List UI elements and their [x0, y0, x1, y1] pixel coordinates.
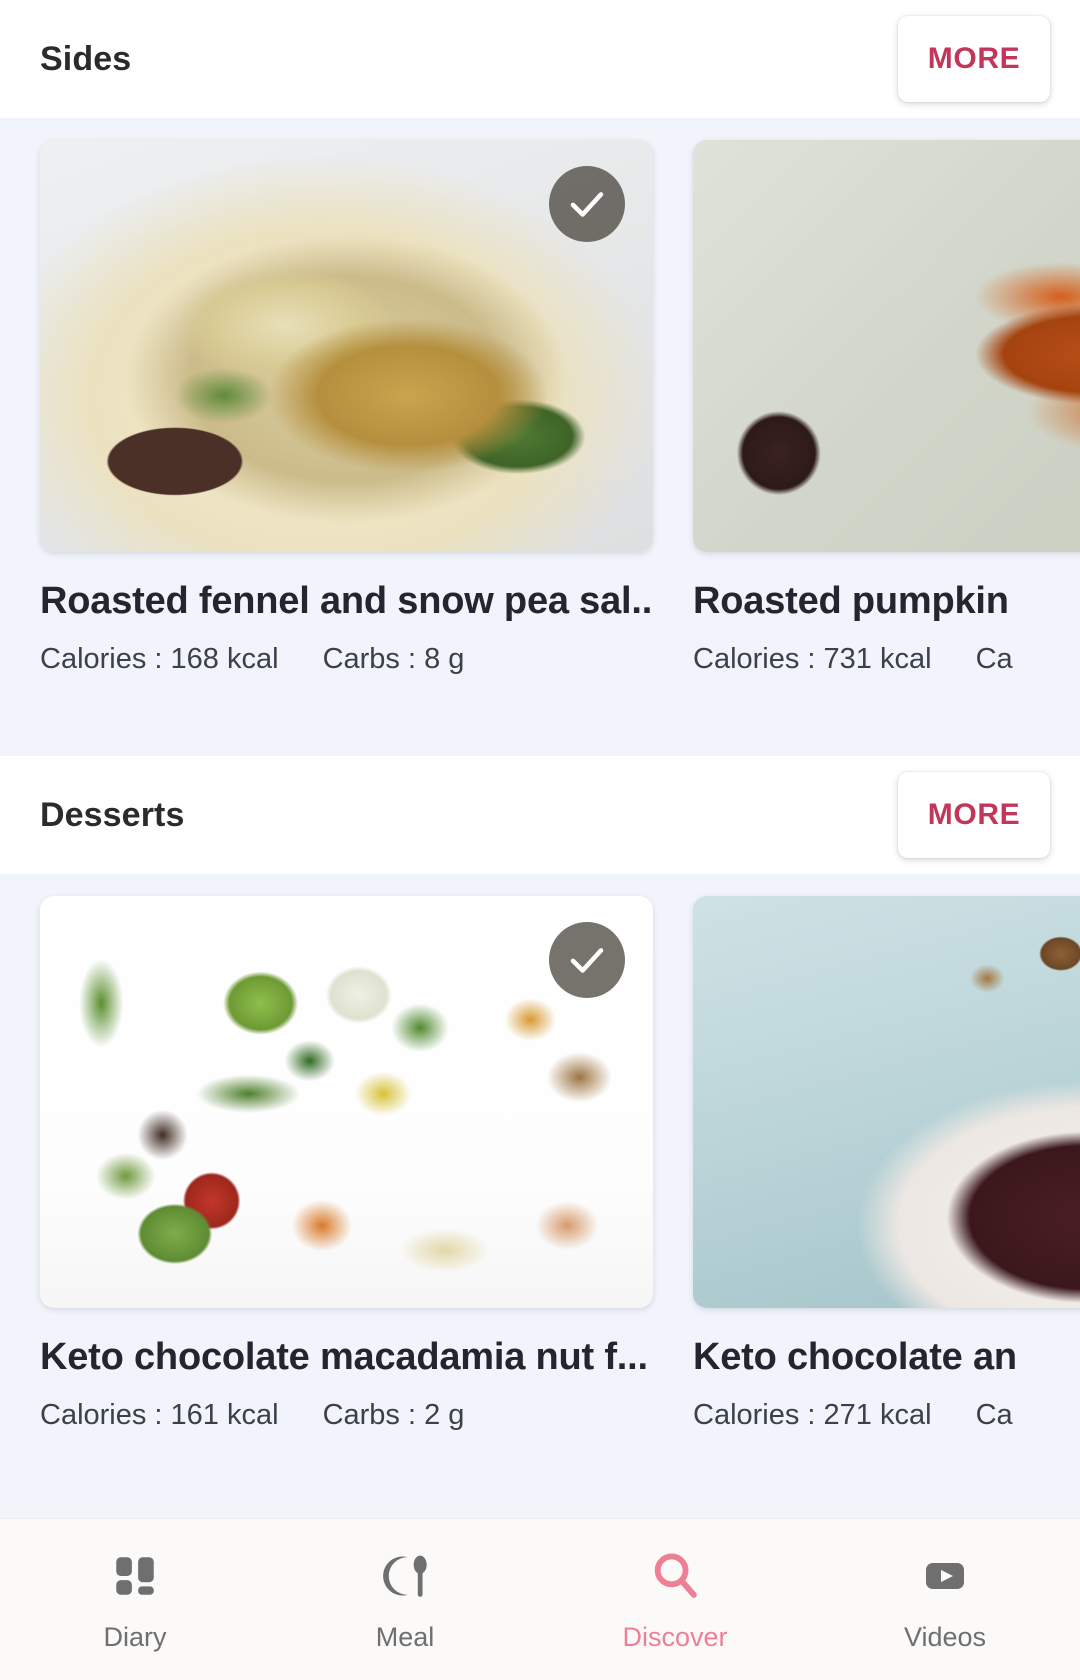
selected-check-badge[interactable] — [549, 166, 625, 242]
section-divider — [0, 710, 1080, 756]
recipe-card[interactable]: Keto chocolate an Calories : 271 kcal Ca — [693, 896, 1080, 1432]
roasted-pumpkin-photo — [693, 140, 1080, 552]
recipe-image-container[interactable] — [693, 140, 1080, 552]
recipe-nutrition: Calories : 168 kcal Carbs : 8 g — [40, 643, 653, 676]
bottom-navigation-bar: Diary Meal Discover Videos — [0, 1518, 1080, 1680]
nav-item-diary[interactable]: Diary — [0, 1519, 270, 1680]
recipe-image-container[interactable] — [40, 896, 653, 1308]
recipe-title: Roasted pumpkin — [693, 580, 1009, 622]
more-button-sides[interactable]: MORE — [898, 16, 1050, 102]
plate-spoon-icon — [379, 1546, 431, 1606]
recipe-calories: Calories : 161 kcal — [40, 1399, 279, 1431]
nav-label-videos: Videos — [903, 1622, 987, 1652]
recipe-calories: Calories : 168 kcal — [40, 643, 279, 675]
section-title-desserts: Desserts — [40, 795, 185, 834]
selected-check-badge[interactable] — [549, 922, 625, 998]
recipe-nutrition: Calories : 161 kcal Carbs : 2 g — [40, 1399, 653, 1432]
discover-screen: Sides MORE Roasted fennel and snow pea s… — [0, 0, 1080, 1680]
recipe-title: Keto chocolate macadamia nut f... — [40, 1336, 648, 1378]
section-title-sides: Sides — [40, 39, 132, 78]
nav-label-discover: Discover — [622, 1622, 728, 1652]
recipe-card[interactable]: Roasted pumpkin Calories : 731 kcal Ca — [693, 140, 1080, 676]
card-strip-sides[interactable]: Roasted fennel and snow pea sal... Calor… — [0, 118, 1080, 710]
nav-item-meal[interactable]: Meal — [270, 1519, 540, 1680]
recipe-title: Roasted fennel and snow pea sal... — [40, 580, 653, 622]
recipe-carbs: Ca — [975, 1399, 1013, 1431]
recipe-carbs: Carbs : 8 g — [322, 643, 465, 675]
check-icon — [570, 192, 604, 217]
recipe-image-container[interactable] — [40, 140, 653, 552]
nav-label-meal: Meal — [375, 1622, 435, 1652]
recipe-calories: Calories : 271 kcal — [693, 1399, 932, 1431]
card-strip-desserts[interactable]: Keto chocolate macadamia nut f... Calori… — [0, 874, 1080, 1466]
nav-label-diary: Diary — [103, 1622, 167, 1652]
section-header-sides: Sides MORE — [0, 0, 1080, 118]
recipe-title: Keto chocolate an — [693, 1336, 1017, 1378]
play-icon — [921, 1546, 969, 1606]
recipe-card[interactable]: Roasted fennel and snow pea sal... Calor… — [40, 140, 653, 676]
recipe-card[interactable]: Keto chocolate macadamia nut f... Calori… — [40, 896, 653, 1432]
recipe-carbs: Carbs : 2 g — [322, 1399, 465, 1431]
grid-icon — [110, 1546, 160, 1606]
recipe-carbs: Ca — [975, 643, 1013, 675]
recipe-image-container[interactable] — [693, 896, 1080, 1308]
nav-item-discover[interactable]: Discover — [540, 1519, 810, 1680]
check-icon — [570, 948, 604, 973]
recipe-nutrition: Calories : 731 kcal Ca — [693, 643, 1080, 676]
recipe-calories: Calories : 731 kcal — [693, 643, 932, 675]
recipe-nutrition: Calories : 271 kcal Ca — [693, 1399, 1080, 1432]
search-icon — [648, 1546, 702, 1606]
more-button-desserts[interactable]: MORE — [898, 772, 1050, 858]
nav-item-videos[interactable]: Videos — [810, 1519, 1080, 1680]
section-header-desserts: Desserts MORE — [0, 756, 1080, 874]
chocolate-mousse-hazelnut-photo — [693, 896, 1080, 1308]
